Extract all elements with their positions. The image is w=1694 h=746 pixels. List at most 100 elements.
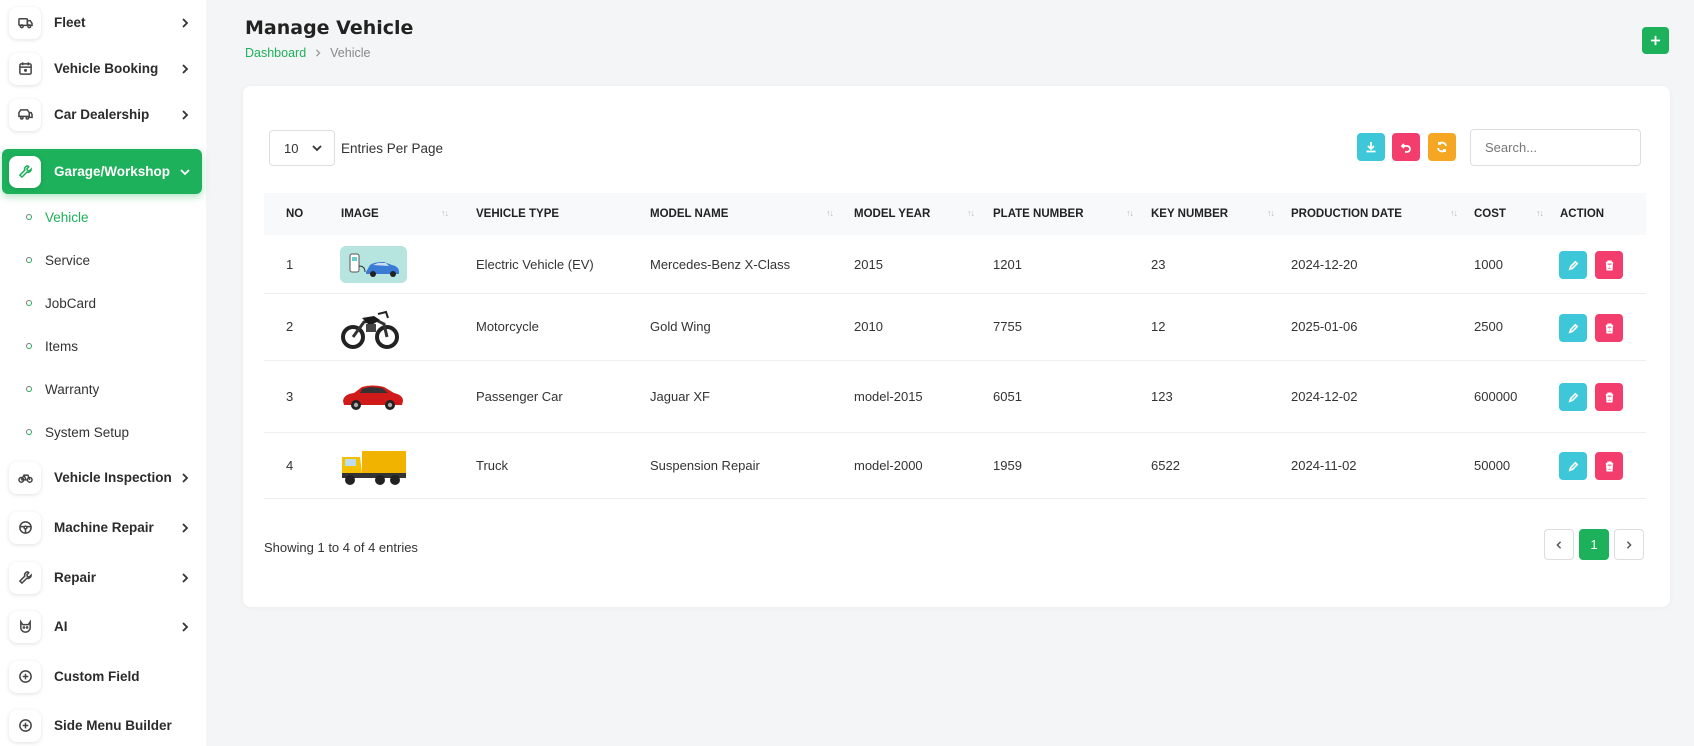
- pencil-icon: [1568, 392, 1578, 402]
- column-header-plate-number[interactable]: PLATE NUMBER: [993, 193, 1084, 235]
- edit-button[interactable]: [1559, 383, 1587, 411]
- motorcycle-image: [340, 304, 400, 352]
- cell-plate-number: 1959: [993, 458, 1022, 473]
- add-vehicle-button[interactable]: [1642, 27, 1669, 54]
- reset-button[interactable]: [1392, 133, 1420, 161]
- sidebar-item-machine-repair[interactable]: Machine Repair: [2, 505, 202, 550]
- sort-icon[interactable]: ↑↓: [1126, 208, 1134, 218]
- breadcrumb-dashboard-link[interactable]: Dashboard: [245, 46, 306, 60]
- sort-icon[interactable]: ↑↓: [1450, 208, 1458, 218]
- column-header-no[interactable]: NO: [286, 193, 303, 235]
- steering-wheel-icon: [9, 511, 41, 544]
- edit-button[interactable]: [1559, 314, 1587, 342]
- delete-button[interactable]: [1595, 383, 1623, 411]
- chevron-right-icon: [176, 14, 194, 32]
- submenu-item-jobcard[interactable]: JobCard: [0, 283, 200, 323]
- cell-model-year: model-2015: [854, 389, 923, 404]
- column-header-image[interactable]: IMAGE: [341, 193, 379, 235]
- cell-no: 2: [286, 319, 294, 334]
- chevron-right-icon: [176, 618, 194, 636]
- submenu-label: JobCard: [45, 295, 97, 311]
- chevron-right-icon: [1626, 540, 1632, 549]
- chevron-right-icon: [176, 519, 194, 537]
- pagination-prev-button[interactable]: [1544, 529, 1574, 560]
- submenu-item-vehicle[interactable]: Vehicle: [0, 197, 200, 237]
- cell-model-year: model-2000: [854, 458, 923, 473]
- sidebar-item-label: Vehicle Booking: [54, 61, 159, 76]
- sidebar-item-garage-workshop[interactable]: Garage/Workshop: [2, 149, 202, 194]
- cell-cost: 50000: [1474, 458, 1511, 473]
- sidebar-item-label: Custom Field: [54, 669, 140, 684]
- chevron-down-icon: [312, 145, 323, 152]
- column-header-model-year[interactable]: MODEL YEAR: [854, 193, 930, 235]
- pagination-next-button[interactable]: [1614, 529, 1644, 560]
- sort-icon[interactable]: ↑↓: [1267, 208, 1275, 218]
- sidebar-item-fleet[interactable]: Fleet: [2, 0, 202, 45]
- cell-vehicle-type: Passenger Car: [476, 389, 563, 404]
- entries-per-page: 10 Entries Per Page: [269, 130, 443, 166]
- bullet-icon: [26, 386, 32, 392]
- truck-icon: [9, 6, 41, 39]
- delete-button[interactable]: [1595, 452, 1623, 480]
- plus-circle-icon: [9, 709, 41, 742]
- submenu-label: Items: [45, 338, 79, 354]
- sort-icon[interactable]: ↑↓: [441, 208, 449, 218]
- column-header-vehicle-type[interactable]: VEHICLE TYPE: [476, 193, 559, 235]
- column-header-model-name[interactable]: MODEL NAME: [650, 193, 728, 235]
- entries-select-value: 10: [284, 140, 299, 156]
- submenu-label: Service: [45, 252, 91, 268]
- cell-key-number: 12: [1151, 319, 1166, 334]
- entries-select[interactable]: 10: [269, 130, 335, 166]
- cell-cost: 600000: [1474, 389, 1518, 404]
- sort-icon[interactable]: ↑↓: [967, 208, 975, 218]
- cell-cost: 2500: [1474, 319, 1503, 334]
- sidebar-item-vehicle-inspection[interactable]: Vehicle Inspection: [2, 455, 202, 500]
- refresh-button[interactable]: [1428, 133, 1456, 161]
- edit-button[interactable]: [1559, 452, 1587, 480]
- sidebar-item-label: Car Dealership: [54, 107, 150, 122]
- cell-production-date: 2024-12-02: [1291, 389, 1358, 404]
- sidebar-item-side-menu-builder[interactable]: Side Menu Builder: [2, 703, 202, 746]
- sidebar-item-label: Machine Repair: [54, 520, 154, 535]
- download-button[interactable]: [1357, 133, 1385, 161]
- column-header-production-date[interactable]: PRODUCTION DATE: [1291, 193, 1402, 235]
- cell-model-name: Suspension Repair: [650, 458, 760, 473]
- bicycle-icon: [9, 461, 41, 494]
- ai-icon: [9, 610, 41, 643]
- chevron-right-icon: [176, 60, 194, 78]
- pagination-page-1[interactable]: 1: [1579, 529, 1609, 560]
- submenu-label: Warranty: [45, 381, 100, 397]
- sidebar-item-repair[interactable]: Repair: [2, 555, 202, 600]
- sort-icon[interactable]: ↑↓: [1536, 208, 1544, 218]
- chevron-right-icon: [314, 46, 322, 60]
- table-row: 3 Passenger Car Jaguar XF model-2015 605…: [264, 361, 1646, 433]
- pagination-info: Showing 1 to 4 of 4 entries: [264, 540, 418, 555]
- bullet-icon: [26, 429, 32, 435]
- submenu-item-items[interactable]: Items: [0, 326, 200, 366]
- submenu-item-service[interactable]: Service: [0, 240, 200, 280]
- sidebar-item-car-dealership[interactable]: Car Dealership: [2, 92, 202, 137]
- table-header: NO IMAGE ↑↓ VEHICLE TYPE MODEL NAME ↑↓ M…: [264, 193, 1646, 235]
- sidebar-item-custom-field[interactable]: Custom Field: [2, 654, 202, 699]
- pencil-icon: [1568, 461, 1578, 471]
- vehicle-table: NO IMAGE ↑↓ VEHICLE TYPE MODEL NAME ↑↓ M…: [264, 193, 1646, 499]
- cell-no: 3: [286, 389, 294, 404]
- delete-button[interactable]: [1595, 314, 1623, 342]
- search-input[interactable]: [1470, 129, 1641, 166]
- plus-circle-icon: [9, 660, 41, 693]
- submenu-item-system-setup[interactable]: System Setup: [0, 412, 200, 452]
- trash-icon: [1605, 392, 1613, 402]
- column-header-key-number[interactable]: KEY NUMBER: [1151, 193, 1228, 235]
- sidebar-item-vehicle-booking[interactable]: Vehicle Booking: [2, 46, 202, 91]
- delete-button[interactable]: [1595, 251, 1623, 279]
- column-header-cost[interactable]: COST: [1474, 193, 1506, 235]
- cell-model-year: 2010: [854, 319, 883, 334]
- edit-button[interactable]: [1559, 251, 1587, 279]
- sort-icon[interactable]: ↑↓: [826, 208, 834, 218]
- sidebar-item-label: AI: [54, 619, 68, 634]
- truck-image: [340, 443, 408, 489]
- submenu-item-warranty[interactable]: Warranty: [0, 369, 200, 409]
- chevron-down-icon: [176, 163, 194, 181]
- sidebar-item-ai[interactable]: AI: [2, 604, 202, 649]
- cell-cost: 1000: [1474, 257, 1503, 272]
